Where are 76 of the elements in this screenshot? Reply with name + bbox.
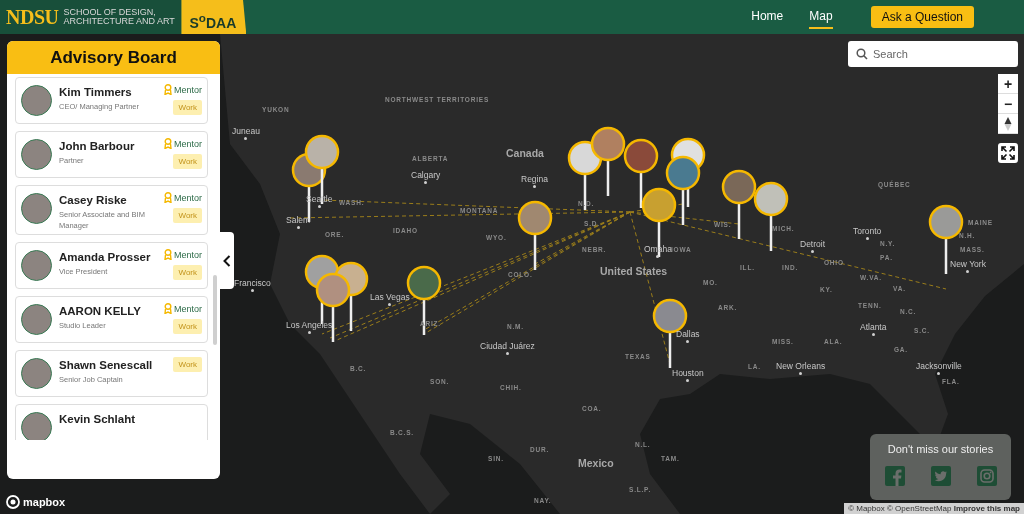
map-label: Mexico — [578, 457, 614, 469]
mentor-label: Mentor — [164, 303, 202, 314]
map-pin[interactable] — [517, 200, 553, 270]
mentor-label: Mentor — [164, 138, 202, 149]
map-label: Calgary — [411, 170, 441, 184]
mapbox-mark-icon — [6, 495, 20, 509]
compass-icon — [1004, 116, 1012, 131]
mentor-label: Mentor — [164, 84, 202, 95]
compass-button[interactable] — [998, 114, 1018, 134]
map-label: Regina — [521, 174, 548, 188]
map-label: Dallas — [676, 329, 700, 343]
map-label: Detroit — [800, 239, 826, 253]
member-name: Casey Riske — [59, 194, 128, 206]
logo-wordmark: NDSU — [6, 5, 59, 29]
map-label: Las Vegas — [370, 292, 410, 306]
map-pin[interactable] — [590, 126, 626, 196]
avatar-placeholder — [21, 139, 52, 170]
map-pin[interactable] — [304, 134, 340, 204]
search-field[interactable]: Search — [848, 41, 1018, 67]
work-tag: Work — [173, 357, 202, 372]
zoom-button[interactable]: + — [998, 74, 1018, 94]
member-card[interactable]: Kevin Schlaht — [15, 404, 208, 440]
fullscreen-icon — [1001, 146, 1015, 160]
map-label: Canada — [506, 147, 544, 159]
ribbon-icon — [164, 249, 172, 260]
ribbon-icon — [164, 303, 172, 314]
map-label: Toronto — [853, 226, 882, 240]
map-label: Houston — [672, 368, 704, 382]
member-name: John Barbour — [59, 140, 136, 152]
stories-title: Don't miss our stories — [887, 443, 994, 455]
logo-badge: S$^{o}$DAA — [181, 0, 247, 34]
avatar-placeholder — [21, 412, 52, 440]
mentor-label: Mentor — [164, 249, 202, 260]
collapse-panel-button[interactable] — [220, 232, 234, 289]
chevron-left-icon — [223, 254, 231, 267]
mentor-label: Mentor — [164, 192, 202, 203]
map-label: Ciudad Juárez — [480, 341, 535, 355]
mapbox-logo[interactable]: mapbox — [6, 495, 66, 509]
school-name: SCHOOL OF DESIGN, ARCHITECTURE AND ART — [63, 8, 176, 26]
ribbon-icon — [164, 192, 172, 203]
member-name: Kim Timmers — [59, 86, 133, 98]
search-icon — [856, 48, 868, 60]
nav-link[interactable]: Home — [751, 5, 784, 29]
member-name: AARON KELLY — [59, 305, 142, 317]
map-attribution[interactable]: © Mapbox © OpenStreetMap Improve this map — [844, 503, 1024, 514]
member-name: Shawn Senescall — [59, 359, 154, 371]
map-label: Atlanta — [860, 322, 887, 336]
work-tag: Work — [173, 154, 202, 169]
map-label: Los Angeles — [286, 320, 333, 334]
avatar-placeholder — [21, 304, 52, 335]
scrollbar[interactable] — [213, 275, 217, 345]
avatar-placeholder — [21, 250, 52, 281]
map-pin[interactable] — [665, 155, 701, 225]
map-label: New York — [950, 259, 986, 273]
map-label: United States — [600, 265, 668, 277]
avatar-placeholder — [21, 358, 52, 389]
avatar-placeholder — [21, 193, 52, 224]
map-label: New Orleans — [776, 361, 826, 375]
member-name: Amanda Prosser — [59, 251, 152, 263]
map-pin[interactable] — [623, 138, 659, 208]
map-label: Jacksonville — [916, 361, 962, 375]
nav-link[interactable]: Map — [809, 5, 833, 29]
member-name: Kevin Schlaht — [59, 413, 137, 425]
work-tag: Work — [173, 319, 202, 334]
work-tag: Work — [173, 265, 202, 280]
map-label: Salem — [286, 215, 311, 229]
ask-question-button[interactable]: Ask a Question — [870, 6, 974, 28]
map-label: Juneau — [232, 126, 260, 140]
ribbon-icon — [164, 138, 172, 149]
fullscreen-button[interactable] — [998, 143, 1018, 163]
work-tag: Work — [173, 208, 202, 223]
map-label: Francisco — [234, 278, 271, 292]
avatar-placeholder — [21, 85, 52, 116]
work-tag: Work — [173, 100, 202, 115]
ribbon-icon — [164, 84, 172, 95]
panel-title: Advisory Board — [7, 41, 220, 74]
